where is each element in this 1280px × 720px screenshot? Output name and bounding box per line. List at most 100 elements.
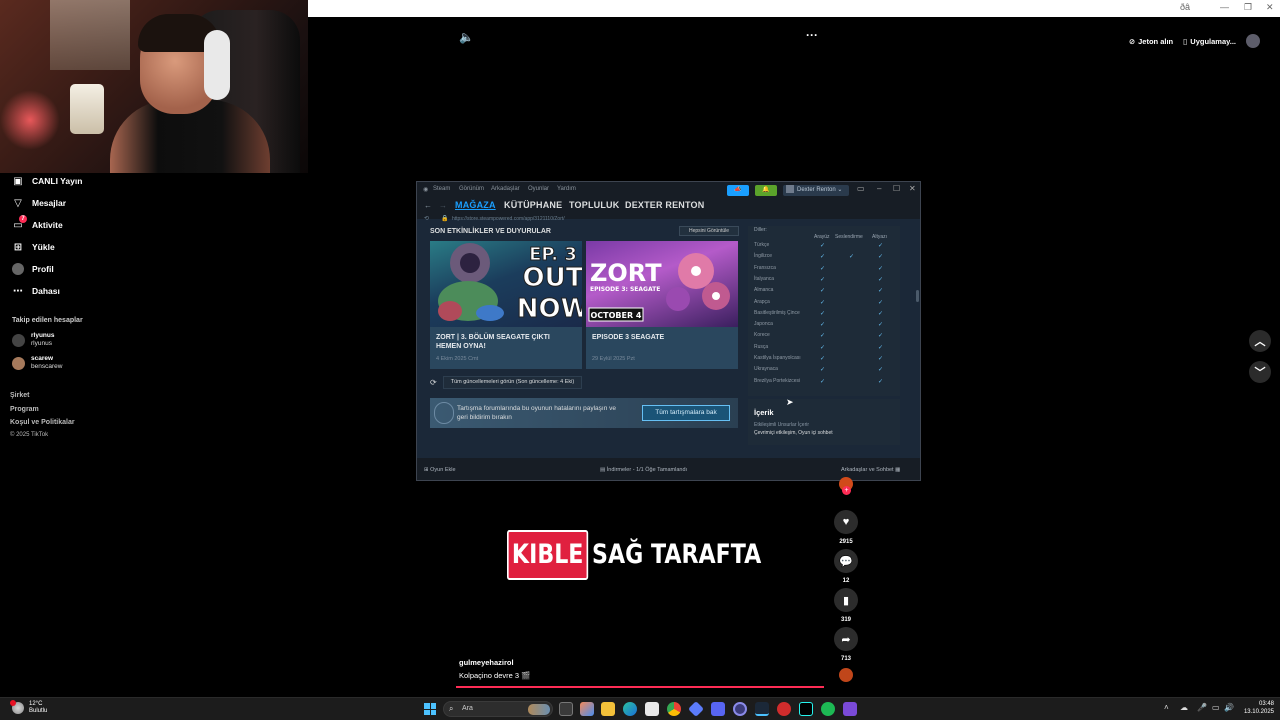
app-icon-2[interactable] [777,702,791,716]
taskbar-search[interactable]: ⌕ Ara [443,701,553,717]
video-progress-bar[interactable] [456,686,824,688]
tray-expand-icon[interactable]: ˄ [1164,703,1169,712]
steam-close-icon[interactable]: ✕ [909,184,916,193]
creator-avatar[interactable]: + [834,477,858,495]
language-name: İngilizce [754,253,773,260]
app-icon[interactable] [688,701,704,717]
previous-video-button[interactable]: ︿ [1249,330,1271,352]
all-discussions-button[interactable]: Tüm tartışmalara bak [642,405,730,421]
all-updates-button[interactable]: Tüm güncellemeleri görün (Son güncelleme… [442,376,583,389]
menu-help[interactable]: Yardım [557,186,576,192]
nav-community[interactable]: TOPLULUK [569,200,619,210]
display-icon[interactable]: ▭ [1212,703,1220,712]
language-row: İngilizce ✓ ✓ ✓ [754,253,894,263]
menu-games[interactable]: Oyunlar [528,186,549,192]
menu-view[interactable]: Görünüm [459,186,484,192]
copilot-icon[interactable] [580,702,594,716]
windows-start-icon[interactable] [424,703,436,715]
more-options-icon[interactable]: ··· [806,28,818,42]
sidebar-item-upload[interactable]: ⊞ Yükle [12,241,55,253]
app-icon-3[interactable] [843,702,857,716]
video-author[interactable]: gulmeyehazirol [459,658,514,667]
close-icon[interactable]: ✕ [1266,2,1274,13]
caption-text: SAĞ TARAFTA [592,539,762,570]
downloads-status[interactable]: ▤ İndirmeler - 1/1 Öğe Tamamlandı [600,467,687,473]
sidebar-item-profile[interactable]: Profil [12,263,54,275]
cloud-tray-icon[interactable]: ☁ [1180,703,1188,712]
next-video-button[interactable]: ﹀ [1249,361,1271,383]
support-check-icon: ✓ [878,310,884,317]
art-line: EP. 3 [529,244,577,265]
minimize-icon[interactable]: — [1220,2,1229,12]
add-game-button[interactable]: ⊞ Oyun Ekle [424,467,456,473]
sidebar-item-more[interactable]: ⋯ Dahası [12,285,60,297]
following-account[interactable]: rlyunus rlyunus [12,332,54,348]
steam-taskbar-icon[interactable] [755,702,769,716]
back-icon[interactable]: ← [424,201,432,210]
refresh-icon[interactable]: ⟲ [424,215,429,222]
nav-profile[interactable]: DEXTER RENTON [625,200,704,210]
footer-link[interactable]: Koşul ve Politikalar [10,419,75,426]
event-image: ZORT EPISODE 3: SEAGATE OCTOBER 4 [586,241,738,327]
music-disc[interactable] [834,668,858,682]
sidebar-item-live[interactable]: ▣ CANLI Yayın [12,175,82,187]
discord-icon[interactable] [711,702,725,716]
menu-friends[interactable]: Arkadaşlar [491,186,520,192]
lang-header-ui: Arayüz [814,234,830,240]
restore-icon[interactable]: ❐ [1244,2,1252,13]
get-app-button[interactable]: ▯ Uygulamay... [1183,37,1236,46]
tiktok-icon[interactable] [799,702,813,716]
volume-icon[interactable]: 🔈 [459,30,474,44]
friends-chat-button[interactable]: Arkadaşlar ve Sohbet ▦ [841,467,900,473]
spotify-icon[interactable] [821,702,835,716]
clock[interactable]: 03:48 13.10.2025 [1240,700,1274,716]
event-card[interactable]: EP. 3 OUT NOW ZORT | 3. BÖLÜM SEAGATE ÇI… [430,241,582,369]
event-card[interactable]: ZORT EPISODE 3: SEAGATE OCTOBER 4 EPISOD… [586,241,738,369]
account-menu[interactable]: Dexter Renton ⌄ [783,185,849,196]
following-account[interactable]: scarew benscarew [12,355,62,371]
weather-widget[interactable]: 12°C Bulutlu [10,700,47,715]
big-picture-icon[interactable]: ▭ [857,184,865,193]
nav-library[interactable]: KÜTÜPHANE [504,200,562,210]
view-all-button[interactable]: Hepsini Görüntüle [679,226,739,236]
avatar [12,356,25,370]
sidebar-item-messages[interactable]: ▽ Mesajlar [12,197,66,209]
follow-plus-icon[interactable]: + [842,486,851,495]
edge-icon[interactable] [623,702,637,716]
chevron-up-icon: ︿ [1254,336,1266,348]
mic-icon[interactable]: 🎤 [1197,703,1207,712]
language-name: Almanca [754,287,774,294]
sidebar-item-activity[interactable]: ▭ 7 Aktivite [12,215,63,231]
user-avatar[interactable] [1246,34,1260,48]
announcement-icon[interactable]: 📣 [727,185,749,196]
events-title: SON ETKİNLİKLER VE DUYURULAR [430,228,551,235]
more-icon: ⋯ [13,285,23,297]
obs-icon[interactable] [733,702,747,716]
notification-icon[interactable]: 🔔 [755,185,777,196]
scrollbar[interactable] [916,290,919,302]
steam-maximize-icon[interactable]: ☐ [893,184,900,193]
file-explorer-icon[interactable] [601,702,615,716]
footer-link[interactable]: Program [10,406,39,413]
store-icon[interactable] [645,702,659,716]
support-check-icon: ✓ [878,265,884,272]
steam-minimize-icon[interactable]: – [877,184,881,193]
save-button[interactable]: ▮ 319 [834,588,858,623]
language-row: Almanca ✓ ✓ [754,287,894,297]
support-check-icon: ✓ [820,265,826,272]
menu-steam[interactable]: Steam [433,186,450,192]
nav-store[interactable]: MAĞAZA [455,200,496,210]
like-button[interactable]: ♥ 2915 [834,510,858,545]
comment-button[interactable]: 💬 12 [834,549,858,584]
downloads-label: İndirmeler - 1/1 Öğe Tamamlandı [606,467,688,473]
get-coins-button[interactable]: ⊘ Jeton alın [1129,37,1173,46]
search-highlight-icon [528,704,550,715]
chrome-icon[interactable] [667,702,681,716]
forward-icon[interactable]: → [439,201,447,210]
volume-tray-icon[interactable]: 🔊 [1224,703,1234,712]
language-row: Korece ✓ ✓ [754,332,894,342]
task-view-icon[interactable] [559,702,573,716]
language-name: Ukraynaca [754,366,778,373]
footer-link[interactable]: Şirket [10,392,29,399]
share-button[interactable]: ➦ 713 [834,627,858,662]
